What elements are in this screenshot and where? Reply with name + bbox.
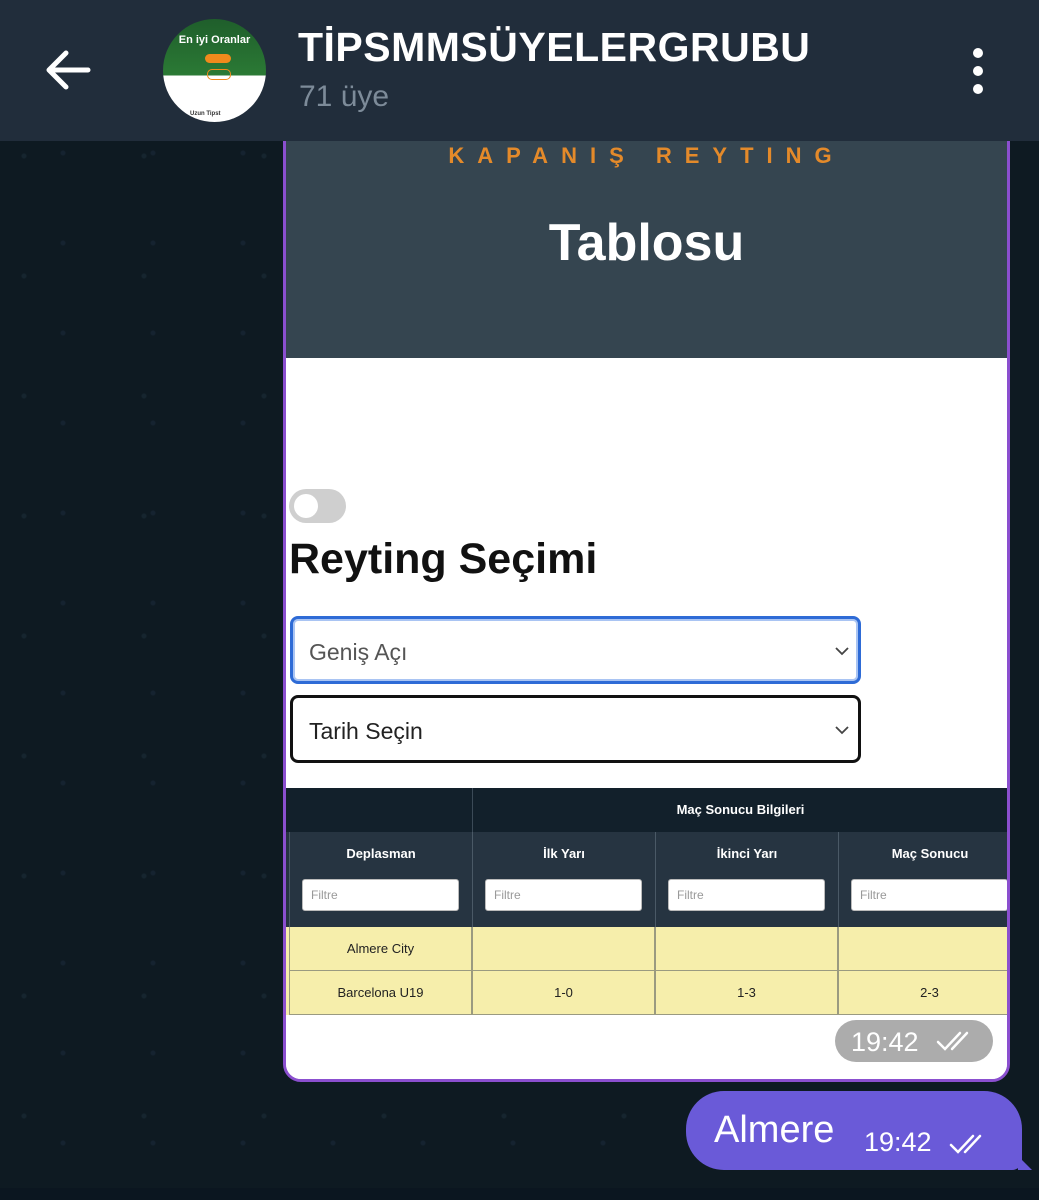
- rating-select: Geniş Açı: [290, 616, 861, 684]
- chevron-down-icon: [835, 647, 849, 656]
- more-vertical-icon-dot: [973, 66, 983, 76]
- back-button[interactable]: [40, 45, 96, 95]
- filter-input: [668, 879, 825, 911]
- filter-input: [302, 879, 459, 911]
- table-group-header-row: Maç Sonucu Bilgileri: [286, 788, 1007, 832]
- message-timestamp: 19:42: [835, 1020, 993, 1062]
- column-label: İkinci Yarı: [716, 846, 778, 861]
- date-select: Tarih Seçin: [290, 695, 861, 763]
- table-cell: [655, 927, 838, 971]
- avatar-footer: Uzun Tipst: [190, 111, 221, 117]
- toggle-switch: [289, 489, 346, 523]
- column-header: İkinci Yarı: [655, 832, 838, 927]
- table-cell: 1-0: [472, 971, 655, 1015]
- chevron-down-icon: [835, 726, 849, 735]
- column-label: İlk Yarı: [543, 846, 585, 861]
- table-cell: [472, 927, 655, 971]
- image-message-bubble[interactable]: KAPANIŞ REYTING Tablosu Reyting Seçimi G…: [283, 100, 1010, 1082]
- group-header: Maç Sonucu Bilgileri: [472, 788, 1007, 832]
- filter-input: [485, 879, 642, 911]
- rating-select-value: Geniş Açı: [309, 639, 408, 665]
- screenshot-image: KAPANIŞ REYTING Tablosu Reyting Seçimi G…: [286, 103, 1007, 1079]
- table-cell: [838, 927, 1007, 971]
- timestamp-text: 19:42: [851, 1027, 919, 1057]
- column-label: Maç Sonucu: [891, 846, 969, 861]
- table-header-row: Deplasman İlk Yarı İkinci Yarı Maç Sonuc…: [286, 832, 1007, 927]
- hero-title: Tablosu: [548, 214, 745, 272]
- more-vertical-icon-dot: [973, 84, 983, 94]
- message-text: Almere: [714, 1109, 835, 1151]
- outgoing-message-bubble[interactable]: Almere 19:42: [686, 1091, 1032, 1170]
- table-row: Almere City: [286, 927, 1007, 971]
- bottom-edge: [0, 1188, 1039, 1200]
- more-options-button[interactable]: [955, 48, 1001, 94]
- arrow-left-icon: [46, 50, 91, 90]
- table-cell: Almere City: [289, 927, 472, 971]
- column-header: Deplasman: [289, 832, 472, 927]
- section-title: Reyting Seçimi: [289, 535, 598, 583]
- table-cell: 2-3: [838, 971, 1007, 1015]
- more-vertical-icon: [973, 48, 983, 58]
- avatar-title: En iyi Oranlar: [178, 34, 251, 46]
- avatar-pill: [205, 54, 231, 63]
- group-avatar[interactable]: En iyi Oranlar Uzun Tipst: [163, 19, 266, 122]
- double-check-icon: [936, 1031, 969, 1051]
- table-row: Barcelona U19 1-0 1-3 2-3: [286, 971, 1007, 1015]
- hero-banner: KAPANIŞ REYTING Tablosu: [286, 103, 1007, 358]
- filter-input: [851, 879, 1007, 911]
- message-time: 19:42: [864, 1127, 932, 1157]
- hero-kicker: KAPANIŞ REYTING: [448, 143, 845, 168]
- chat-header: En iyi Oranlar Uzun Tipst TİPSMMSÜYELERG…: [0, 0, 1039, 141]
- date-select-value: Tarih Seçin: [309, 718, 423, 744]
- column-header: Maç Sonucu: [838, 832, 1007, 927]
- column-header: İlk Yarı: [472, 832, 655, 927]
- avatar-pill-outline: [207, 69, 231, 80]
- table-cell: 1-3: [655, 971, 838, 1015]
- table-cell: Barcelona U19: [289, 971, 472, 1015]
- double-check-icon: [949, 1134, 982, 1154]
- column-label: Deplasman: [346, 846, 416, 861]
- member-count: 71 üye: [299, 80, 390, 113]
- chat-title[interactable]: TİPSMMSÜYELERGRUBU: [298, 24, 810, 71]
